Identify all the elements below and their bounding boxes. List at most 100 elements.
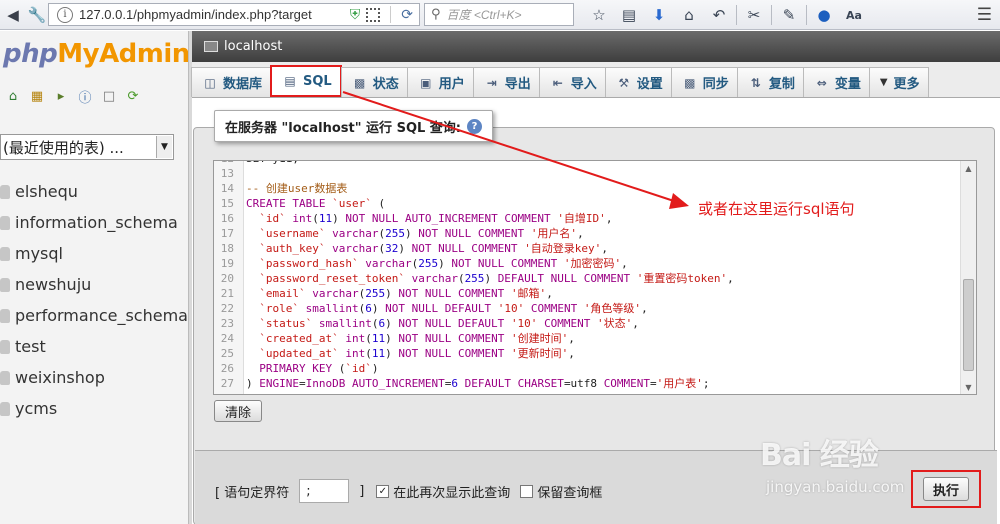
- code-line[interactable]: 22 `role` smallint(6) NOT NULL DEFAULT '…: [214, 301, 962, 316]
- scrollbar-thumb[interactable]: [963, 279, 974, 371]
- code-text[interactable]: `email` varchar(255) NOT NULL COMMENT '邮…: [240, 286, 553, 301]
- code-text[interactable]: [240, 166, 246, 181]
- code-text[interactable]: `status` smallint(6) NOT NULL DEFAULT '1…: [240, 316, 639, 331]
- retain-query-box-checkbox[interactable]: [520, 484, 534, 498]
- reload-icon[interactable]: ⟳: [124, 87, 142, 105]
- scroll-down-icon[interactable]: ▼: [961, 380, 976, 394]
- code-line[interactable]: 13: [214, 166, 962, 181]
- code-line[interactable]: 18 `auth_key` varchar(32) NOT NULL COMME…: [214, 241, 962, 256]
- code-line[interactable]: 27) ENGINE=InnoDB AUTO_INCREMENT=6 DEFAU…: [214, 376, 962, 391]
- code-text[interactable]: ) ENGINE=InnoDB AUTO_INCREMENT=6 DEFAULT…: [240, 376, 710, 391]
- query-window-icon[interactable]: ▸: [52, 87, 70, 105]
- database-item[interactable]: test: [0, 331, 188, 362]
- database-name[interactable]: elshequ: [15, 182, 78, 201]
- crop-icon[interactable]: ✂: [739, 4, 769, 26]
- tab-export[interactable]: ⇥ 导出: [472, 67, 540, 97]
- reload-icon[interactable]: ⟳: [401, 7, 413, 23]
- qr-code-icon[interactable]: [366, 7, 381, 22]
- menu-icon[interactable]: ☰: [977, 5, 992, 25]
- chevron-down-icon[interactable]: ▼: [156, 136, 172, 158]
- database-item[interactable]: weixinshop: [0, 362, 188, 393]
- code-line[interactable]: 21 `email` varchar(255) NOT NULL COMMENT…: [214, 286, 962, 301]
- tab-status[interactable]: ▩ 状态: [340, 67, 408, 97]
- address-bar[interactable]: i 127.0.0.1/phpmyadmin/index.php?target …: [48, 3, 420, 26]
- help-icon[interactable]: ⓘ: [76, 87, 94, 106]
- delimiter-input[interactable]: ;: [299, 479, 350, 503]
- code-line[interactable]: 26 PRIMARY KEY (`id`): [214, 361, 962, 376]
- code-text[interactable]: `id` int(11) NOT NULL AUTO_INCREMENT COM…: [240, 211, 612, 226]
- code-text[interactable]: `username` varchar(255) NOT NULL COMMENT…: [240, 226, 583, 241]
- database-name[interactable]: ycms: [15, 399, 57, 418]
- font-icon[interactable]: Aa: [839, 4, 869, 26]
- globe-icon[interactable]: ●: [809, 4, 839, 26]
- tab-sql[interactable]: ▤ SQL: [270, 65, 342, 97]
- code-text[interactable]: PRIMARY KEY (`id`): [240, 361, 378, 376]
- line-number: 15: [220, 197, 234, 210]
- scroll-up-icon[interactable]: ▲: [961, 161, 976, 175]
- code-text[interactable]: `password_reset_token` varchar(255) DEFA…: [240, 271, 734, 286]
- tools-icon[interactable]: 🔧: [26, 4, 48, 26]
- database-item[interactable]: newshuju: [0, 269, 188, 300]
- sql-editor[interactable]: 12SET y11;1314-- 创建user数据表15CREATE TABLE…: [213, 160, 977, 395]
- code-line[interactable]: 17 `username` varchar(255) NOT NULL COMM…: [214, 226, 962, 241]
- tab-users[interactable]: ▣ 用户: [406, 67, 474, 97]
- extension-icon[interactable]: ✎: [774, 4, 804, 26]
- phpmyadmin-logo[interactable]: phpMyAdmin: [3, 39, 190, 69]
- show-query-checkbox[interactable]: ✓: [376, 484, 390, 498]
- info-icon[interactable]: i: [57, 6, 73, 23]
- logout-icon[interactable]: ▦: [28, 87, 46, 105]
- code-text[interactable]: CREATE TABLE `user` (: [240, 196, 385, 211]
- execute-button[interactable]: 执行: [923, 477, 969, 501]
- recent-tables-select[interactable]: (最近使用的表) ... ▼: [0, 134, 174, 160]
- help-icon[interactable]: ?: [467, 118, 483, 134]
- database-name[interactable]: information_schema: [15, 213, 178, 232]
- editor-scrollbar[interactable]: ▲ ▼: [960, 161, 976, 394]
- database-item[interactable]: ycms: [0, 393, 188, 424]
- database-name[interactable]: performance_schema: [15, 306, 188, 325]
- reading-list-icon[interactable]: ▤: [614, 4, 644, 26]
- code-line[interactable]: 24 `created_at` int(11) NOT NULL COMMENT…: [214, 331, 962, 346]
- code-text[interactable]: -- 创建user数据表: [240, 181, 347, 196]
- sql-code[interactable]: 12SET y11;1314-- 创建user数据表15CREATE TABLE…: [214, 161, 962, 391]
- retain-query-box-label[interactable]: 保留查询框: [537, 482, 602, 501]
- database-item[interactable]: performance_schema: [0, 300, 188, 331]
- database-name[interactable]: weixinshop: [15, 368, 105, 387]
- database-name[interactable]: mysql: [15, 244, 63, 263]
- server-link[interactable]: localhost: [224, 39, 282, 54]
- code-text[interactable]: `updated_at` int(11) NOT NULL COMMENT '更…: [240, 346, 575, 361]
- url-text[interactable]: 127.0.0.1/phpmyadmin/index.php?target: [79, 7, 350, 22]
- star-icon[interactable]: ☆: [584, 4, 614, 26]
- docs-icon[interactable]: □: [100, 87, 118, 105]
- database-item[interactable]: mysql: [0, 238, 188, 269]
- code-line[interactable]: 14 -- 创建user数据表: [214, 181, 962, 196]
- tab-settings[interactable]: ⚒ 设置: [604, 67, 672, 97]
- browser-search-box[interactable]: ⚲ 百度 <Ctrl+K>: [424, 3, 574, 26]
- clear-button[interactable]: 清除: [214, 400, 262, 422]
- database-name[interactable]: newshuju: [15, 275, 91, 294]
- tab-import[interactable]: ⇤ 导入: [538, 67, 606, 97]
- database-name[interactable]: test: [15, 337, 46, 356]
- code-text[interactable]: `auth_key` varchar(32) NOT NULL COMMENT …: [240, 241, 608, 256]
- database-item[interactable]: elshequ: [0, 176, 188, 207]
- code-text[interactable]: SET y11;: [240, 161, 299, 166]
- code-line[interactable]: 20 `password_reset_token` varchar(255) D…: [214, 271, 962, 286]
- show-query-label[interactable]: 在此再次显示此查询: [393, 482, 510, 501]
- back-icon[interactable]: ◀: [2, 4, 24, 26]
- tab-variables[interactable]: ⇔ 变量: [802, 67, 870, 97]
- home-icon[interactable]: ⌂: [4, 87, 22, 105]
- tab-sync[interactable]: ▩ 同步: [670, 67, 738, 97]
- code-text[interactable]: `role` smallint(6) NOT NULL DEFAULT '10'…: [240, 301, 647, 316]
- tab-databases[interactable]: ◫ 数据库: [191, 67, 272, 97]
- code-line[interactable]: 25 `updated_at` int(11) NOT NULL COMMENT…: [214, 346, 962, 361]
- code-line[interactable]: 23 `status` smallint(6) NOT NULL DEFAULT…: [214, 316, 962, 331]
- shield-icon[interactable]: ⛨: [350, 7, 361, 23]
- undo-icon[interactable]: ↶: [704, 4, 734, 26]
- code-line[interactable]: 19 `password_hash` varchar(255) NOT NULL…: [214, 256, 962, 271]
- tab-more[interactable]: ▼ 更多: [868, 67, 929, 97]
- tab-replication[interactable]: ⇅ 复制: [736, 67, 804, 97]
- code-text[interactable]: `created_at` int(11) NOT NULL COMMENT '创…: [240, 331, 575, 346]
- database-item[interactable]: information_schema: [0, 207, 188, 238]
- home-icon[interactable]: ⌂: [674, 4, 704, 26]
- download-icon[interactable]: ⬇: [644, 4, 674, 26]
- code-text[interactable]: `password_hash` varchar(255) NOT NULL CO…: [240, 256, 628, 271]
